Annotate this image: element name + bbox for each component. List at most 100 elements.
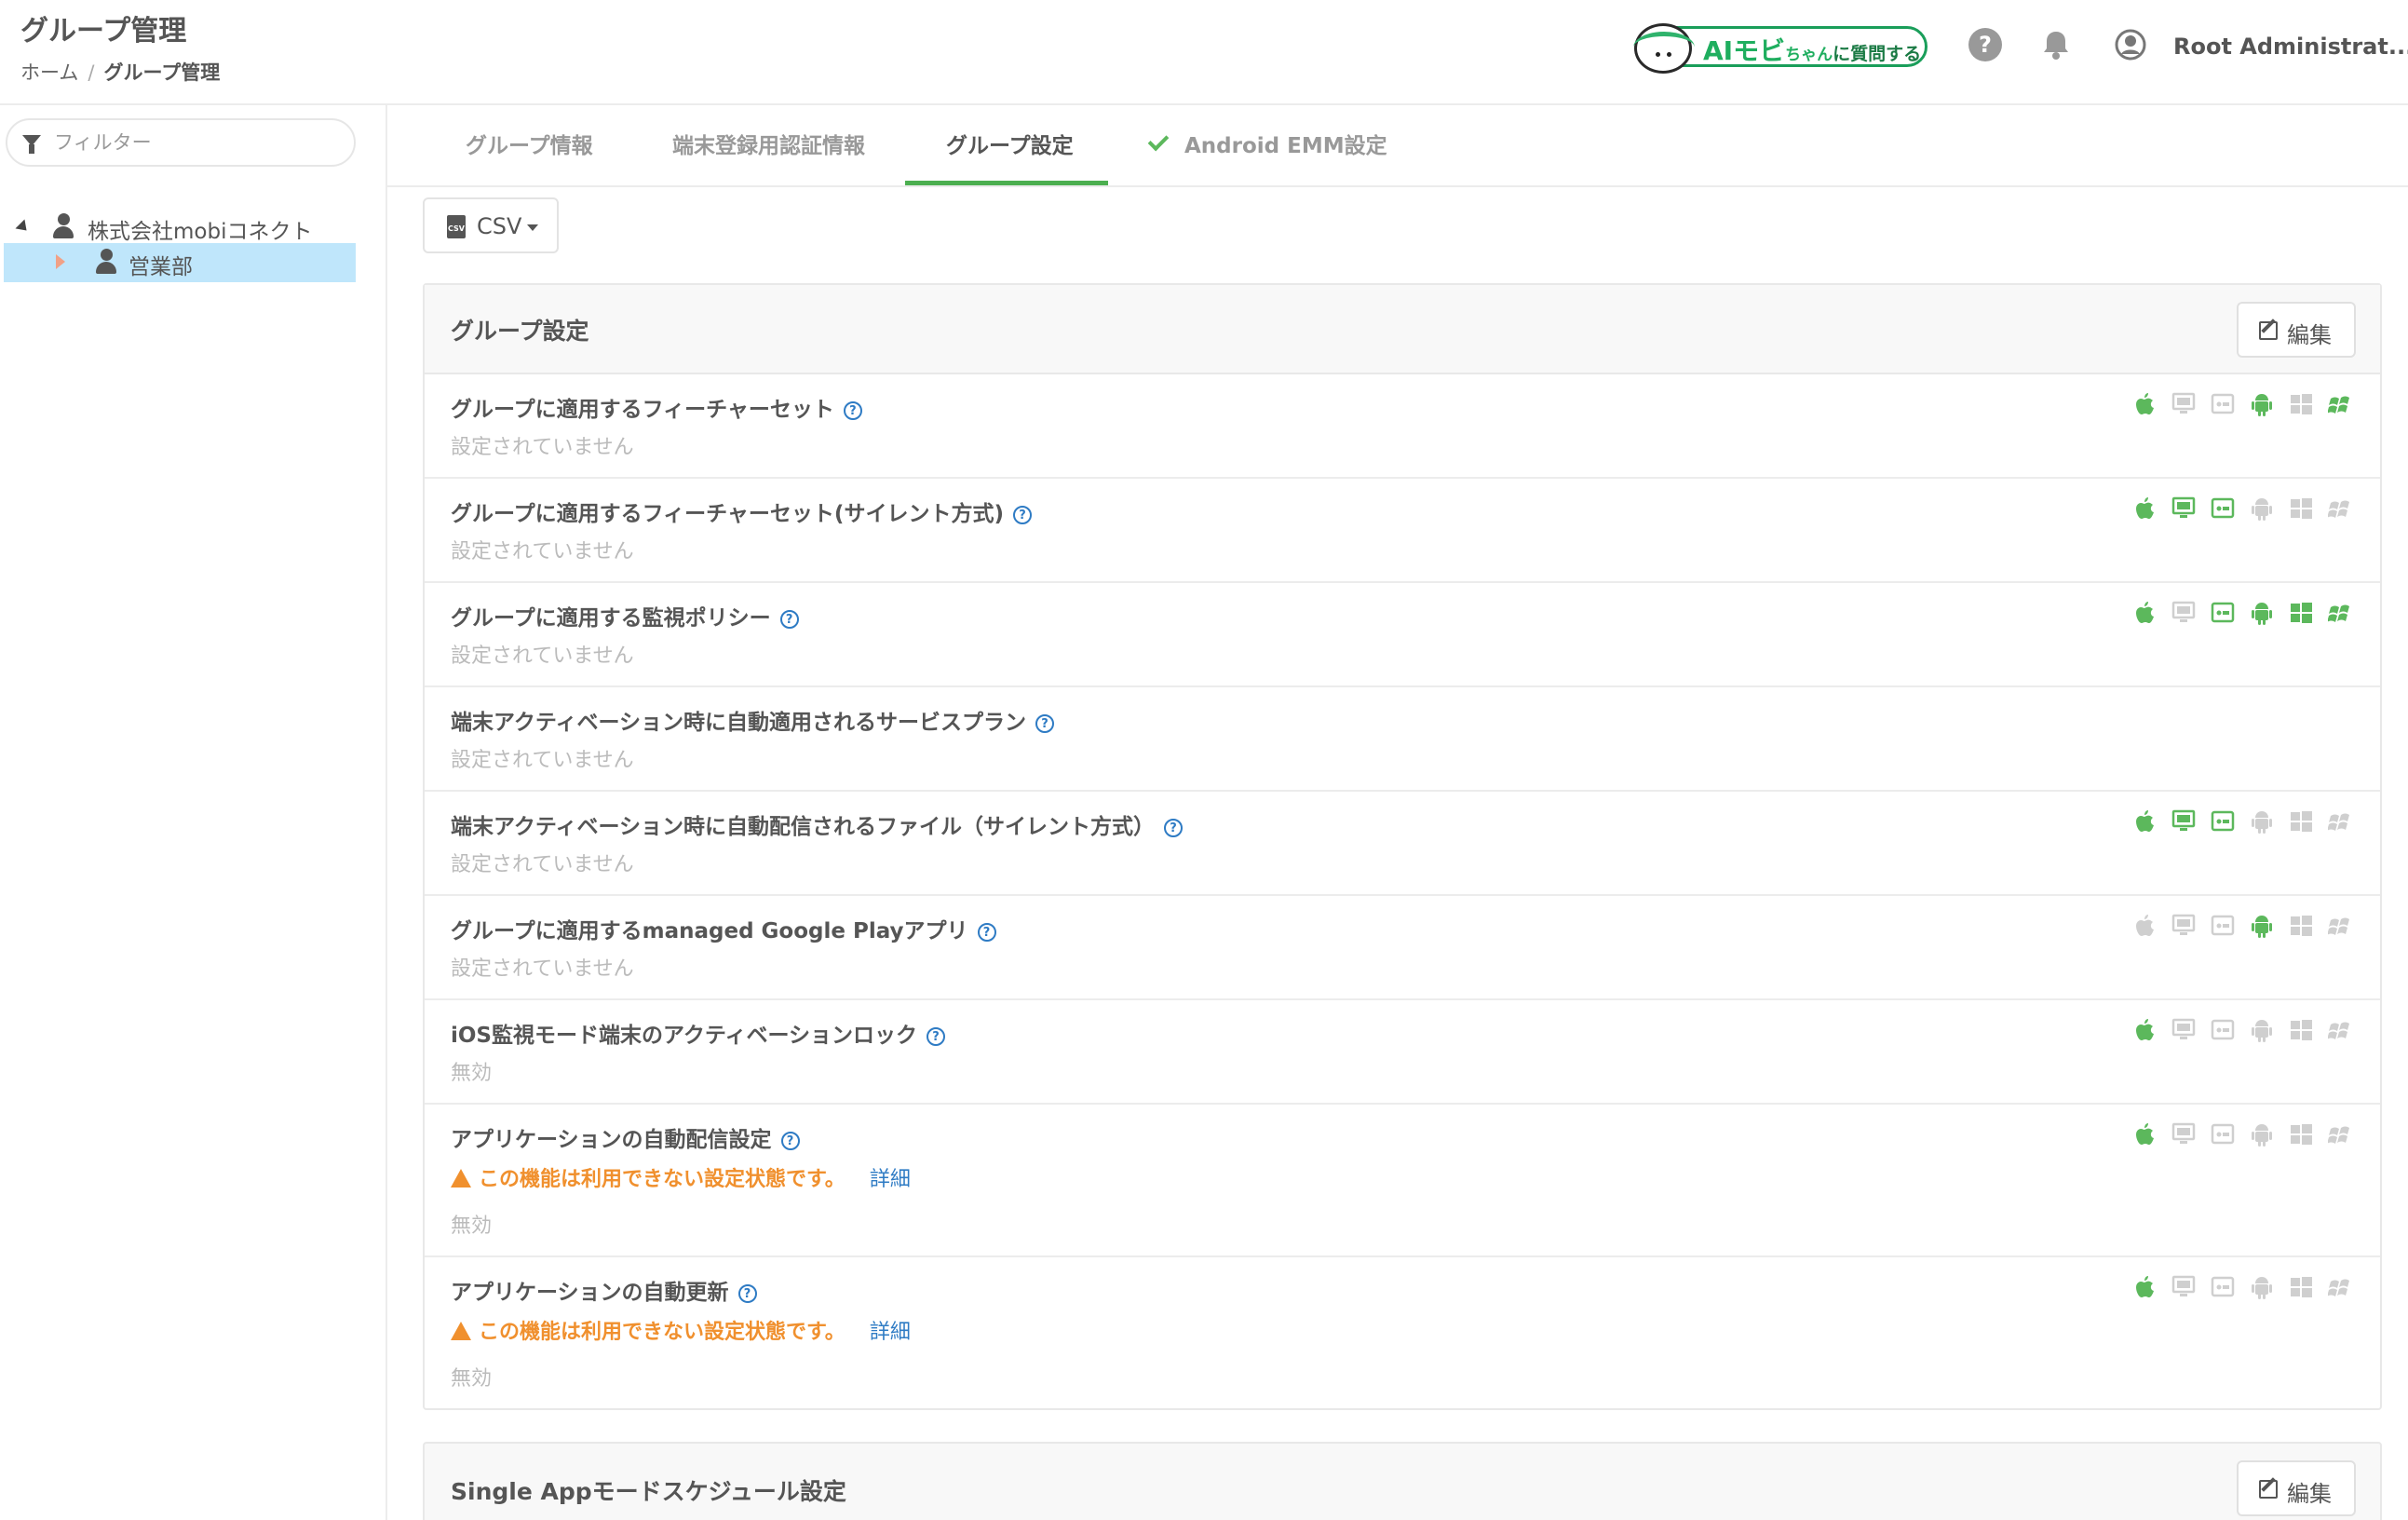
tab-bar: グループ情報 端末登録用認証情報 グループ設定 Android EMM設定	[387, 105, 2408, 187]
help-circle-icon[interactable]: ?	[843, 401, 862, 420]
ai-assistant-button[interactable]: AIモビちゃんに質問する	[1633, 23, 1928, 74]
macos-icon	[2171, 1274, 2196, 1300]
android-icon	[2250, 1017, 2274, 1043]
single-app-schedule-panel: Single Appモードスケジュール設定 編集	[423, 1442, 2382, 1520]
breadcrumb: ホーム / グループ管理	[20, 58, 220, 86]
android-icon	[2250, 391, 2274, 417]
help-circle-icon[interactable]: ?	[1035, 714, 1055, 733]
user-name[interactable]: Root Administrat...	[2173, 34, 2408, 60]
page-title: グループ管理	[20, 15, 187, 48]
user-avatar-icon[interactable]	[2114, 28, 2147, 61]
windows-legacy-icon	[2327, 1017, 2352, 1043]
appletv-icon	[2211, 1274, 2235, 1300]
android-icon	[2250, 808, 2274, 835]
macos-icon	[2171, 600, 2196, 626]
group-settings-panel: グループ設定 編集 グループに適用するフィーチャーセット? 設定されていません グル…	[423, 283, 2382, 1410]
csv-label: CSV	[477, 213, 522, 239]
tab-auth-info[interactable]: 端末登録用認証情報	[672, 128, 865, 159]
setting-value: 設定されていません	[451, 957, 634, 981]
help-circle-icon[interactable]: ?	[927, 1027, 946, 1046]
caret-right-icon[interactable]	[56, 254, 65, 269]
tab-group-settings[interactable]: グループ設定	[946, 128, 1074, 159]
apple-icon	[2132, 600, 2157, 626]
caret-down-icon	[527, 224, 538, 231]
person-icon	[52, 213, 74, 239]
apple-icon	[2132, 808, 2157, 835]
filter-box[interactable]	[6, 118, 356, 167]
tree-node-company[interactable]: 株式会社mobiコネクト	[0, 208, 372, 245]
details-link[interactable]: 詳細	[870, 1168, 911, 1191]
warning-message: この機能は利用できない設定状態です。 詳細	[451, 1315, 911, 1345]
edit-icon	[2259, 321, 2278, 340]
panel-header: グループ設定 編集	[425, 285, 2380, 374]
windows-icon	[2289, 913, 2313, 939]
check-icon	[1147, 129, 1170, 152]
help-circle-icon[interactable]: ?	[977, 923, 996, 942]
caret-down-icon[interactable]	[15, 219, 32, 236]
setting-title: グループに適用するフィーチャーセット(サイレント方式)?	[451, 495, 1032, 527]
warning-message: この機能は利用できない設定状態です。 詳細	[451, 1162, 911, 1192]
setting-value: 設定されていません	[451, 645, 634, 668]
filter-input[interactable]	[54, 128, 333, 157]
platform-support-icons	[2132, 495, 2356, 523]
tree-node-label: 株式会社mobiコネクト	[88, 220, 313, 244]
setting-value: 無効	[451, 1062, 493, 1085]
warning-icon	[451, 1169, 471, 1188]
panel-title: グループ設定	[451, 318, 589, 345]
windows-legacy-icon	[2327, 495, 2352, 522]
setting-value: 設定されていません	[451, 853, 634, 876]
apple-icon	[2132, 391, 2157, 417]
platform-support-icons	[2132, 1274, 2356, 1302]
edit-button[interactable]: 編集	[2237, 1460, 2356, 1516]
apple-icon	[2132, 1274, 2157, 1300]
tree-node-label: 営業部	[129, 255, 193, 279]
setting-value: 無効	[451, 1367, 493, 1391]
help-circle-icon[interactable]: ?	[780, 1132, 800, 1150]
csv-dropdown-button[interactable]: CSV CSV	[423, 197, 559, 253]
setting-row: 端末アクティベーション時に自動配信されるファイル（サイレント方式）? 設定されてい…	[425, 792, 2380, 896]
active-tab-indicator	[905, 181, 1108, 185]
android-icon	[2250, 913, 2274, 939]
setting-value: 設定されていません	[451, 436, 634, 459]
help-circle-icon[interactable]: ?	[1164, 819, 1184, 837]
breadcrumb-separator: /	[88, 61, 95, 84]
app-header: グループ管理 ホーム / グループ管理 AIモビちゃんに質問する ? Root Ad…	[0, 0, 2408, 105]
windows-icon	[2289, 1121, 2313, 1147]
setting-title: 端末アクティベーション時に自動適用されるサービスプラン?	[451, 704, 1055, 736]
windows-icon	[2289, 391, 2313, 417]
csv-file-icon: CSV	[447, 215, 466, 238]
tree-node-sales[interactable]: 営業部	[4, 243, 356, 282]
edit-button[interactable]: 編集	[2237, 302, 2356, 358]
windows-legacy-icon	[2327, 1121, 2352, 1147]
tab-group-info[interactable]: グループ情報	[466, 128, 593, 159]
breadcrumb-home[interactable]: ホーム	[20, 61, 78, 84]
help-circle-icon[interactable]: ?	[1012, 506, 1032, 524]
breadcrumb-current: グループ管理	[103, 61, 221, 84]
platform-support-icons	[2132, 808, 2356, 836]
help-circle-icon[interactable]: ?	[737, 1284, 757, 1303]
setting-row: グループに適用するmanaged Google Playアプリ? 設定されていませ…	[425, 896, 2380, 1000]
tab-android-emm[interactable]: Android EMM設定	[1147, 128, 1387, 159]
edit-icon	[2259, 1480, 2278, 1499]
windows-legacy-icon	[2327, 391, 2352, 417]
appletv-icon	[2211, 808, 2235, 835]
appletv-icon	[2211, 600, 2235, 626]
panel-title: Single Appモードスケジュール設定	[451, 1478, 846, 1505]
android-icon	[2250, 1121, 2274, 1147]
bell-icon[interactable]	[2039, 28, 2073, 61]
edit-label: 編集	[2287, 322, 2332, 348]
appletv-icon	[2211, 1121, 2235, 1147]
setting-value: 無効	[451, 1215, 493, 1238]
help-circle-icon[interactable]: ?	[779, 610, 799, 629]
help-icon[interactable]: ?	[1968, 28, 2002, 61]
windows-legacy-icon	[2327, 808, 2352, 835]
appletv-icon	[2211, 913, 2235, 939]
group-sidebar: 株式会社mobiコネクト 営業部	[0, 105, 387, 1520]
apple-icon	[2132, 1017, 2157, 1043]
apple-icon	[2132, 495, 2157, 522]
macos-icon	[2171, 1121, 2196, 1147]
windows-icon	[2289, 808, 2313, 835]
details-link[interactable]: 詳細	[870, 1321, 911, 1344]
warning-icon	[451, 1322, 471, 1340]
setting-row: グループに適用するフィーチャーセット(サイレント方式)? 設定されていません	[425, 479, 2380, 583]
